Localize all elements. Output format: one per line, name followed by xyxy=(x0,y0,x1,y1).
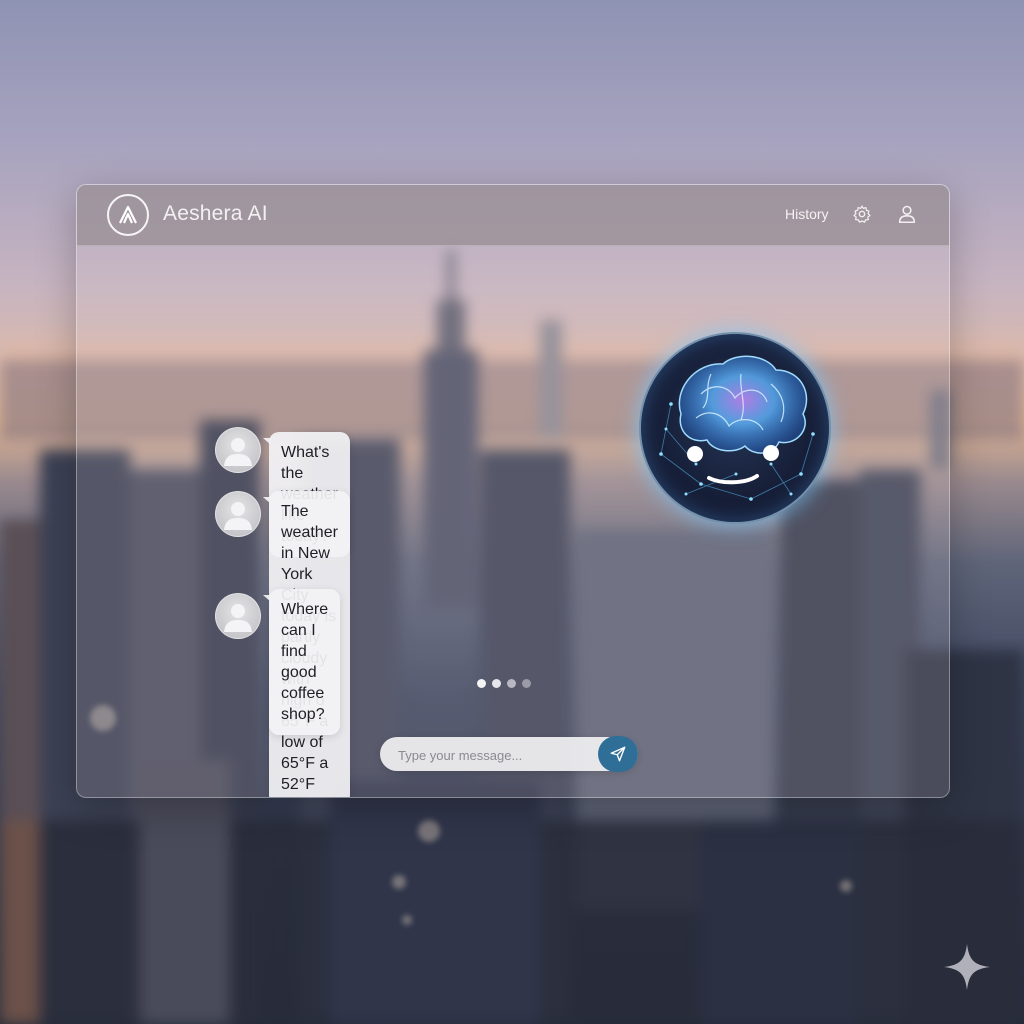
logo-a-icon xyxy=(119,205,137,224)
send-button[interactable] xyxy=(598,736,638,772)
typing-indicator xyxy=(477,679,537,691)
typing-dot xyxy=(507,679,516,688)
user-icon[interactable] xyxy=(896,203,918,225)
history-link[interactable]: History xyxy=(785,206,829,222)
ai-brain-avatar xyxy=(639,332,831,524)
person-silhouette-icon xyxy=(224,438,252,466)
message-input[interactable] xyxy=(396,737,590,773)
app-logo[interactable] xyxy=(107,194,149,236)
chat-window: Aeshera AI History What's the weather li… xyxy=(76,184,950,798)
brain-face-icon xyxy=(659,355,815,501)
send-icon xyxy=(610,746,626,762)
message-composer xyxy=(380,736,638,773)
typing-dot xyxy=(522,679,531,688)
person-silhouette-icon xyxy=(224,604,252,632)
person-silhouette-icon xyxy=(224,502,252,530)
typing-dot xyxy=(477,679,486,688)
message-bubble: Where can I find good coffee shop? xyxy=(262,589,341,735)
avatar xyxy=(215,427,261,473)
gear-icon[interactable] xyxy=(852,204,872,224)
header-bar: Aeshera AI History xyxy=(77,185,949,246)
sparkle-icon xyxy=(944,944,990,990)
app-title: Aeshera AI xyxy=(163,202,268,225)
avatar xyxy=(215,593,261,639)
typing-dot xyxy=(492,679,501,688)
avatar xyxy=(215,491,261,537)
